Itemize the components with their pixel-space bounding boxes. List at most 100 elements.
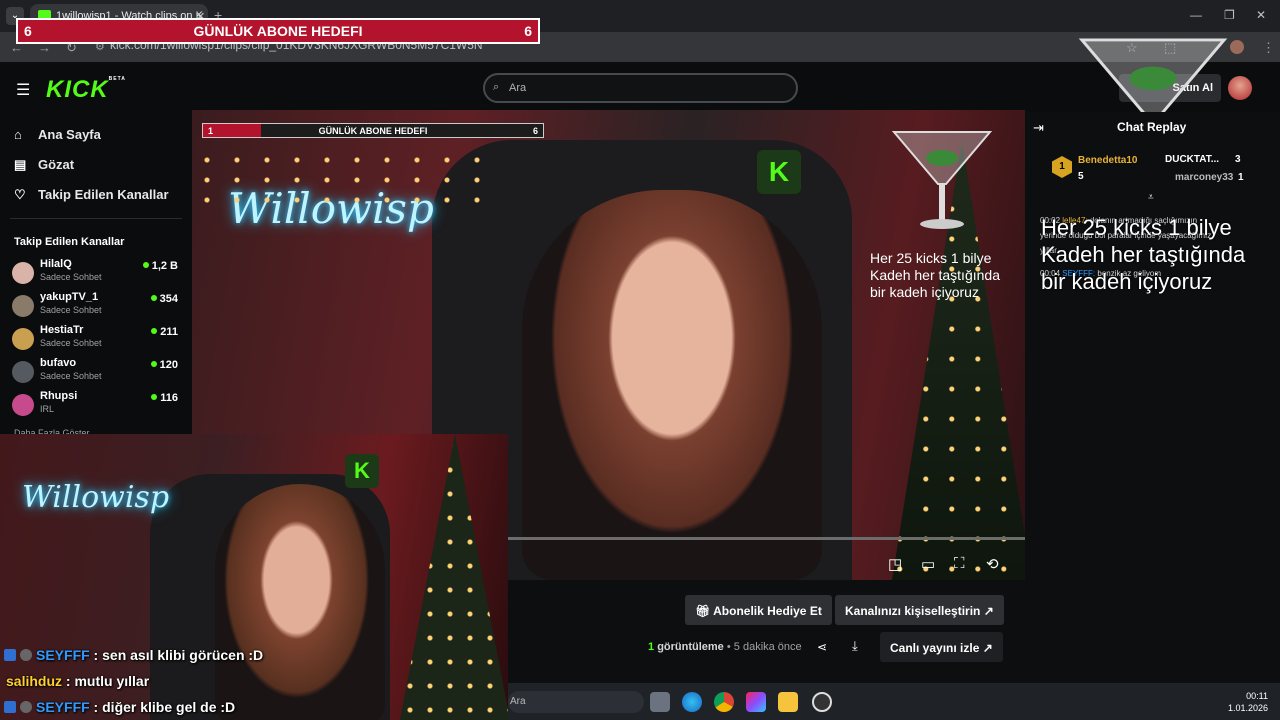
channel-viewers: 116 bbox=[151, 392, 178, 404]
cam-streamer bbox=[215, 484, 385, 720]
channel-item[interactable]: HilalQ Sadece Sohbet 1,2 B bbox=[12, 258, 182, 291]
copilot-icon[interactable] bbox=[746, 692, 766, 712]
live-dot-icon bbox=[150, 361, 157, 367]
hamburger-menu-icon[interactable]: ☰ bbox=[16, 80, 30, 100]
cam-k-logo: K bbox=[345, 454, 379, 488]
channel-viewers: 211 bbox=[151, 326, 178, 338]
chair-k-logo: K bbox=[757, 150, 801, 194]
goal-title: GÜNLÜK ABONE HEDEFI bbox=[318, 125, 428, 136]
leader-count: 1 bbox=[1238, 172, 1244, 183]
goal-right-count: 6 bbox=[532, 125, 538, 136]
channel-avatar bbox=[12, 394, 34, 416]
cam-neon-sign: Willowisp bbox=[22, 480, 170, 515]
heart-icon: ♡ bbox=[14, 187, 26, 202]
channel-avatar bbox=[12, 262, 34, 284]
sidebar-divider bbox=[10, 218, 182, 219]
live-dot-icon bbox=[142, 262, 149, 268]
overlay-chat-line: SEYFFF : diğer klibe gel de :D bbox=[4, 699, 235, 715]
kick-goal-text: Her 25 kicks 1 bilye Kadeh her taştığınd… bbox=[870, 250, 1000, 300]
goal-left-count: 1 bbox=[208, 125, 214, 136]
leader-count: 3 bbox=[1235, 154, 1241, 165]
fullscreen-icon[interactable]: ⛶ bbox=[954, 555, 965, 572]
gift-subscription-button[interactable]: 🎁︎ Abonelik Hediye Et bbox=[685, 595, 832, 625]
user-avatar[interactable] bbox=[1228, 76, 1252, 100]
overlay-chat-line: SEYFFF : sen asıl klibi görücen :D bbox=[4, 647, 263, 663]
channel-viewers: 1,2 B bbox=[142, 260, 178, 272]
channel-avatar bbox=[12, 295, 34, 317]
leader-name: Benedetta10 bbox=[1078, 155, 1138, 166]
leader-count: 5 bbox=[1078, 171, 1084, 182]
close-window-icon[interactable]: ✕ bbox=[1256, 8, 1266, 22]
channel-name: HestiaTr bbox=[40, 324, 84, 336]
edge-icon[interactable] bbox=[682, 692, 702, 712]
channel-item[interactable]: HestiaTr Sadece Sohbet 211 bbox=[12, 324, 182, 357]
channel-name: HilalQ bbox=[40, 258, 72, 270]
streamer-figure bbox=[522, 190, 822, 580]
browse-icon: ▤ bbox=[14, 157, 27, 172]
collapse-chat-icon[interactable]: ⇥ bbox=[1033, 120, 1044, 136]
leader-name: DUCKTAT... bbox=[1165, 154, 1220, 165]
martini-glass-icon bbox=[891, 131, 993, 229]
channel-item[interactable]: bufavo Sadece Sohbet 120 bbox=[12, 357, 182, 390]
shield-badge-icon bbox=[20, 649, 32, 661]
channel-avatar bbox=[12, 328, 34, 350]
share-icon[interactable]: ⋖ bbox=[817, 640, 827, 654]
channel-name: yakupTV_1 bbox=[40, 291, 99, 303]
search-input[interactable]: ⌕ Ara bbox=[483, 73, 798, 103]
obs-icon[interactable] bbox=[812, 692, 832, 712]
verified-badge-icon bbox=[4, 649, 16, 661]
replay-icon[interactable]: ⟲ bbox=[986, 555, 999, 573]
kick-logo[interactable]: KICKBETA bbox=[46, 76, 126, 104]
video-progress-bar[interactable] bbox=[508, 537, 1025, 540]
download-icon[interactable]: ⤓ bbox=[852, 638, 858, 654]
kick-goal-text-large: Her 25 kicks 1 bilye Kadeh her taştığınd… bbox=[1041, 215, 1246, 294]
goal-banner-video: 1 GÜNLÜK ABONE HEDEFI 6 bbox=[202, 123, 544, 138]
goal-left-count: 6 bbox=[24, 23, 32, 39]
taskbar-clock: 00:11 1.01.2026 bbox=[1227, 691, 1268, 713]
minimize-icon[interactable]: — bbox=[1190, 8, 1202, 22]
taskbar-search[interactable]: Ara bbox=[508, 691, 644, 713]
channel-viewers: 120 bbox=[150, 359, 178, 371]
nav-following[interactable]: ♡ Takip Edilen Kanallar bbox=[14, 187, 169, 203]
goal-right-count: 6 bbox=[524, 23, 532, 39]
channel-status: Sadece Sohbet bbox=[40, 305, 102, 315]
overlay-chat-line: salihduz : mutlu yıllar bbox=[6, 673, 150, 689]
channel-viewers: 354 bbox=[150, 293, 178, 305]
gift-icon: 🎁︎ bbox=[695, 604, 714, 618]
live-dot-icon bbox=[151, 394, 158, 400]
channel-avatar bbox=[12, 361, 34, 383]
profile-icon[interactable] bbox=[1230, 40, 1244, 54]
chevron-down-icon[interactable]: ⩡ bbox=[1148, 192, 1154, 203]
leader-name: marconey33 bbox=[1175, 172, 1234, 183]
customize-channel-button[interactable]: Kanalınızı kişiselleştirin ↗ bbox=[835, 595, 1004, 625]
cam-tree bbox=[400, 434, 508, 720]
chat-replay-title: Chat Replay bbox=[1117, 120, 1187, 134]
goal-banner: 6 GÜNLÜK ABONE HEDEFI 6 bbox=[16, 18, 540, 44]
channel-name: bufavo bbox=[40, 357, 77, 369]
theater-icon[interactable]: ▭ bbox=[921, 555, 935, 573]
string-lights bbox=[192, 150, 492, 210]
channel-status: Sadece Sohbet bbox=[40, 338, 102, 348]
verified-badge-icon bbox=[4, 701, 16, 713]
channel-name: Rhupsi bbox=[40, 390, 78, 402]
search-placeholder: Ara bbox=[509, 82, 527, 94]
menu-icon[interactable]: ⋮ bbox=[1262, 40, 1275, 56]
channel-item[interactable]: yakupTV_1 Sadece Sohbet 354 bbox=[12, 291, 182, 324]
channel-status: Sadece Sohbet bbox=[40, 371, 102, 381]
watch-live-button[interactable]: Canlı yayını izle ↗ bbox=[880, 632, 1003, 662]
restore-icon[interactable]: ❐ bbox=[1224, 8, 1235, 22]
channel-status: Sadece Sohbet bbox=[40, 272, 102, 282]
channel-item[interactable]: Rhupsi IRL 116 bbox=[12, 390, 182, 423]
nav-browse[interactable]: ▤ Gözat bbox=[14, 157, 74, 173]
live-dot-icon bbox=[150, 295, 157, 301]
pip-icon[interactable]: ◳ bbox=[888, 555, 902, 573]
views-info: 1 görüntüleme • 5 dakika önce bbox=[648, 641, 802, 653]
nav-home[interactable]: ⌂ Ana Sayfa bbox=[14, 127, 101, 142]
following-section-title: Takip Edilen Kanallar bbox=[14, 236, 125, 248]
shield-badge-icon bbox=[20, 701, 32, 713]
external-link-icon: ↗ bbox=[979, 641, 993, 655]
chrome-icon[interactable] bbox=[714, 692, 734, 712]
task-view-icon[interactable] bbox=[650, 692, 670, 712]
file-explorer-icon[interactable] bbox=[778, 692, 798, 712]
search-icon: ⌕ bbox=[493, 81, 500, 93]
